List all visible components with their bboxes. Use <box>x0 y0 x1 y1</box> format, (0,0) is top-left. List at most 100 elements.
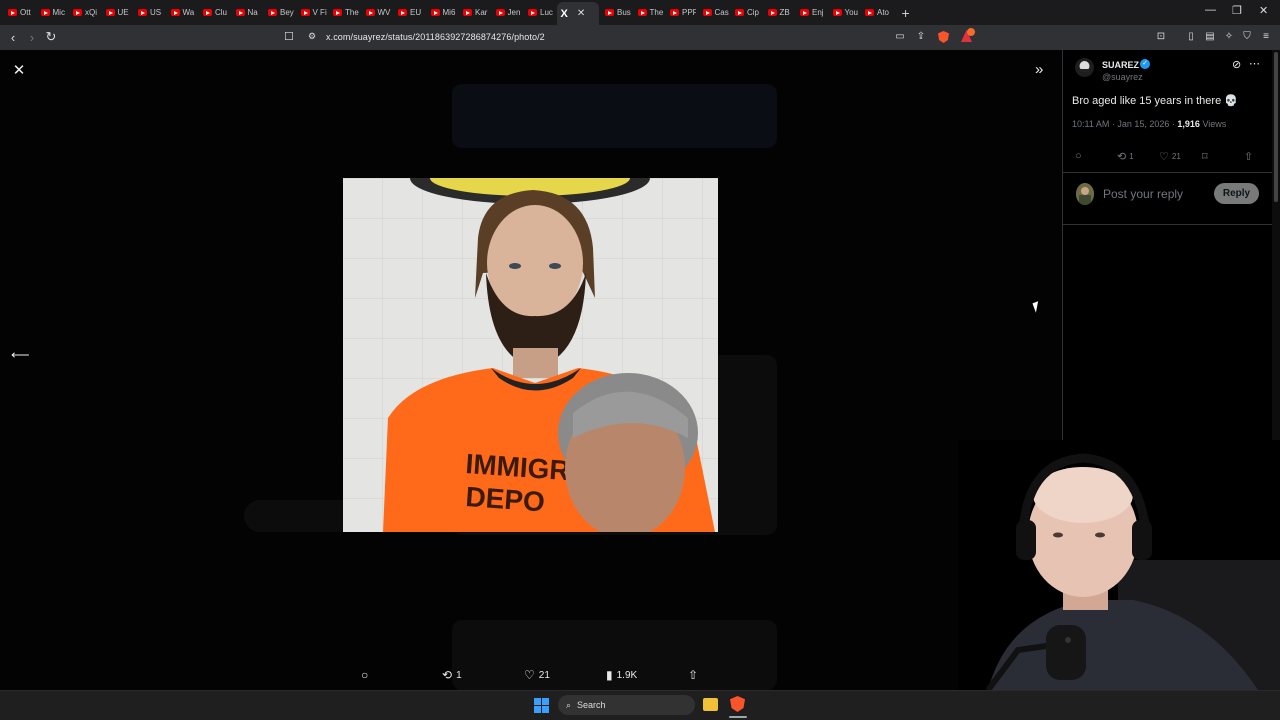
browser-tab[interactable]: Clu <box>199 3 229 23</box>
url-text: x.com/suayrez/status/2011863927286874276… <box>326 32 545 42</box>
current-user-avatar[interactable] <box>1076 183 1094 205</box>
browser-tab[interactable]: You <box>829 3 859 23</box>
browser-tab[interactable]: Mic <box>37 3 67 23</box>
bookmark-button[interactable]: ⌑ <box>1202 150 1208 163</box>
share-icon: ⇧ <box>688 668 699 682</box>
site-settings-icon[interactable]: ⚙ <box>308 31 316 42</box>
reply-input[interactable]: Post your reply <box>1103 187 1183 201</box>
arrow-left-icon[interactable]: ⟵ <box>11 347 30 363</box>
repost-button[interactable]: ⟲ 1 <box>1117 150 1134 163</box>
tab-label: Kar <box>475 8 488 17</box>
browser-tab[interactable]: Na <box>232 3 262 23</box>
divider <box>1063 172 1272 173</box>
reload-icon[interactable]: ↻ <box>43 29 59 45</box>
browser-tab[interactable]: Ott <box>4 3 34 23</box>
media-repost-button[interactable]: ⟲ 1 <box>442 668 462 682</box>
browser-tab[interactable]: Wa <box>167 3 197 23</box>
author-avatar[interactable] <box>1075 58 1094 77</box>
media-views-count: 1.9K <box>616 669 638 681</box>
tweet-photo[interactable]: IMMIGR DEPO <box>343 178 718 532</box>
browser-tab[interactable]: Bey <box>264 3 294 23</box>
author-handle[interactable]: @suayrez <box>1102 72 1143 82</box>
double-chevron-right-icon[interactable]: » <box>1035 61 1043 78</box>
media-reply-button[interactable]: ○ <box>361 668 372 682</box>
browser-tab[interactable]: Kar <box>459 3 489 23</box>
maximize-icon[interactable]: ❐ <box>1232 4 1242 17</box>
tab-label: Bus <box>617 8 631 17</box>
close-icon[interactable]: ✕ <box>12 61 26 79</box>
start-icon[interactable] <box>534 698 549 713</box>
heart-icon: ♡ <box>524 668 535 682</box>
browser-tab[interactable]: xQi <box>69 3 99 23</box>
more-icon[interactable]: ⋯ <box>1249 57 1260 70</box>
tab-label: Clu <box>215 8 228 17</box>
like-button[interactable]: ♡ 21 <box>1159 150 1181 163</box>
menu-icon[interactable]: ≡ <box>1259 31 1273 42</box>
forward-icon[interactable]: › <box>24 30 40 45</box>
back-icon[interactable]: ‹ <box>5 30 21 45</box>
share-button[interactable]: ⇧ <box>1244 150 1253 163</box>
file-explorer-icon[interactable] <box>703 698 718 711</box>
tab-label: Cas <box>714 8 729 17</box>
bookmark-page-icon[interactable]: ☐ <box>284 30 294 43</box>
tab-label: The <box>345 8 359 17</box>
browser-tab[interactable]: Cas <box>699 3 729 23</box>
leo-icon[interactable]: ✧ <box>1222 31 1236 42</box>
browser-tab[interactable]: V Fi <box>297 3 327 23</box>
browser-tab[interactable]: Jen <box>492 3 522 23</box>
youtube-icon <box>333 9 342 16</box>
youtube-icon <box>637 9 647 16</box>
author-display-name[interactable]: SUAREZ <box>1102 60 1139 70</box>
tab-label: UE <box>117 8 129 17</box>
browser-tab[interactable]: EU <box>394 3 424 23</box>
browser-tab[interactable]: US <box>134 3 164 23</box>
youtube-icon <box>605 9 614 16</box>
reply-submit-button[interactable]: Reply <box>1214 183 1259 204</box>
minimize-icon[interactable]: — <box>1205 4 1216 16</box>
tab-close-icon[interactable]: ✕ <box>577 8 585 19</box>
cast-icon[interactable]: ▭ <box>893 31 907 42</box>
youtube-icon <box>138 9 147 16</box>
media-share-button[interactable]: ⇧ <box>688 668 698 682</box>
tab-label: xQi <box>85 8 97 17</box>
svg-text:DEPO: DEPO <box>465 481 546 517</box>
browser-tab[interactable]: ZB <box>764 3 794 23</box>
media-like-button[interactable]: ♡ 21 <box>524 668 550 682</box>
tweet-timestamp[interactable]: 10:11 AM · Jan 15, 2026 · <box>1072 119 1177 129</box>
youtube-icon <box>398 9 407 16</box>
address-bar[interactable]: ☐ ⚙ x.com/suayrez/status/201186392728687… <box>284 28 980 47</box>
reply-button[interactable]: ○ <box>1075 150 1082 162</box>
screenshot-icon[interactable]: ⊡ <box>1154 31 1168 42</box>
browser-tab[interactable]: The <box>634 3 664 23</box>
browser-tab[interactable]: UE <box>102 3 132 23</box>
repost-icon: ⟲ <box>1117 151 1127 163</box>
browser-tab[interactable]: Cip <box>731 3 761 23</box>
vpn-icon[interactable]: ⛉ <box>1240 31 1254 42</box>
window-close-icon[interactable]: ✕ <box>1259 4 1268 17</box>
tab-label: Enj <box>812 8 824 17</box>
scrollbar-thumb[interactable] <box>1274 52 1278 202</box>
browser-tab[interactable]: Bus <box>601 3 631 23</box>
browser-tab-active[interactable]: X ✕ <box>556 2 599 25</box>
browser-tab[interactable]: The <box>329 3 359 23</box>
wallet-icon[interactable]: ▤ <box>1203 31 1217 42</box>
tab-label: Ato <box>877 8 890 17</box>
browser-tab[interactable]: Ato <box>861 3 891 23</box>
youtube-icon <box>767 9 777 16</box>
browser-tab[interactable]: Luc <box>524 3 554 23</box>
browser-tab[interactable]: Enj <box>796 3 826 23</box>
sidebar-icon[interactable]: ▯ <box>1184 31 1198 42</box>
browser-tab[interactable]: PPF <box>666 3 696 23</box>
media-views-button[interactable]: ▮ 1.9K <box>606 668 637 682</box>
grok-icon[interactable]: ⊘ <box>1232 58 1241 71</box>
tab-strip: Ott Mic xQi UE US Wa Clu Na Bey V Fi The WV EU Mi6 Kar… <box>0 0 1280 25</box>
youtube-icon <box>670 9 679 16</box>
share-page-icon[interactable]: ⇪ <box>914 31 928 42</box>
tab-label: Wa <box>182 8 195 17</box>
x-logo-icon: X <box>560 7 568 20</box>
new-tab-button[interactable]: + <box>902 5 916 21</box>
tab-label: Na <box>247 8 258 17</box>
browser-tab[interactable]: Mi6 <box>427 3 457 23</box>
browser-tab[interactable]: WV <box>362 3 392 23</box>
taskbar-search[interactable]: ⌕ Search <box>558 695 695 715</box>
